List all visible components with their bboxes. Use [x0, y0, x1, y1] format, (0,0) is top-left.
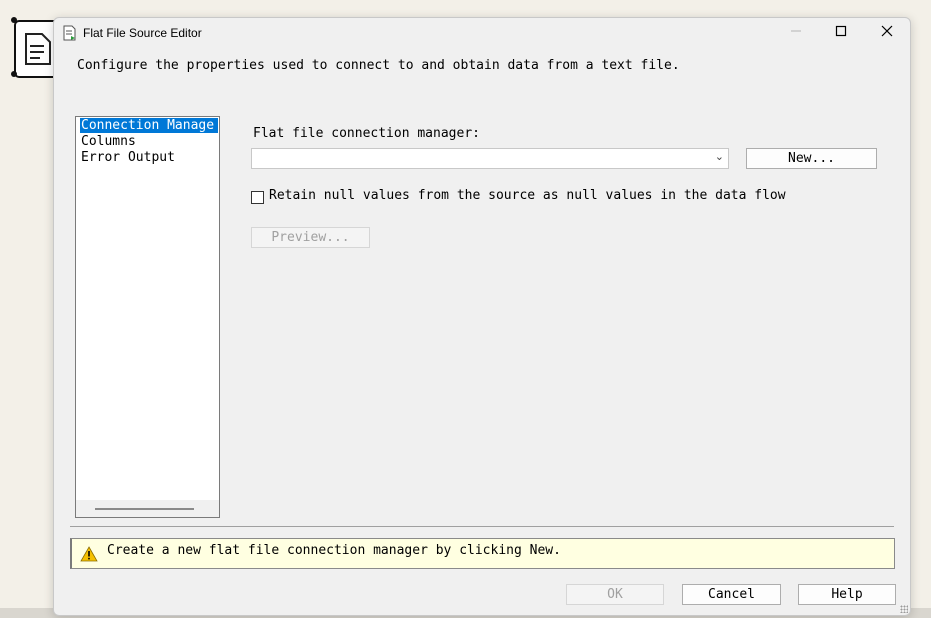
message-text: Create a new flat file connection manage…	[107, 543, 561, 558]
preview-button[interactable]: Preview...	[251, 227, 370, 248]
maximize-icon	[835, 25, 847, 37]
message-bar: Create a new flat file connection manage…	[70, 538, 895, 569]
cancel-button[interactable]: Cancel	[682, 584, 781, 605]
flat-file-icon	[63, 25, 76, 41]
selection-handle[interactable]	[11, 71, 17, 77]
dialog-description: Configure the properties used to connect…	[77, 58, 680, 73]
horizontal-scrollbar[interactable]	[76, 500, 219, 517]
connection-manager-label: Flat file connection manager:	[253, 126, 480, 141]
title-bar[interactable]: Flat File Source Editor	[54, 18, 910, 48]
close-button[interactable]	[864, 18, 910, 48]
selection-handle[interactable]	[11, 17, 17, 23]
page-item-columns[interactable]: Columns	[80, 134, 137, 149]
minimize-icon	[791, 30, 801, 32]
new-connection-button[interactable]: New...	[746, 148, 877, 169]
chevron-down-icon: ⌄	[714, 150, 724, 163]
scrollbar-thumb[interactable]	[95, 508, 194, 510]
warning-icon	[80, 546, 98, 562]
help-button[interactable]: Help	[798, 584, 896, 605]
window-title: Flat File Source Editor	[83, 26, 202, 40]
maximize-button[interactable]	[818, 18, 864, 48]
divider	[70, 526, 894, 527]
flat-file-source-editor-dialog: Flat File Source Editor Configure the pr…	[53, 17, 911, 616]
retain-nulls-checkbox[interactable]	[251, 191, 264, 204]
page-item-error-output[interactable]: Error Output	[80, 150, 176, 165]
retain-nulls-label[interactable]: Retain null values from the source as nu…	[269, 188, 786, 203]
minimize-button[interactable]	[773, 18, 819, 48]
close-icon	[881, 25, 893, 37]
resize-grip[interactable]	[900, 605, 908, 613]
page-item-connection-manager[interactable]: Connection Manage	[80, 118, 218, 133]
ok-button[interactable]: OK	[566, 584, 664, 605]
page-navigation-list[interactable]: Connection Manage Columns Error Output	[75, 116, 220, 518]
connection-manager-dropdown[interactable]: ⌄	[251, 148, 729, 169]
